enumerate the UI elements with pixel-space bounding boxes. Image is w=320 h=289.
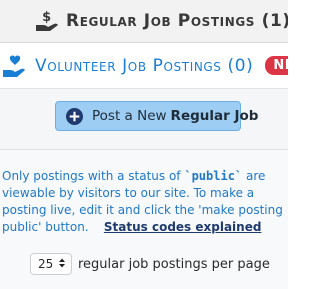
info-text-before: Only postings with a status of: [2, 169, 185, 183]
post-button-prefix: Post a New: [92, 108, 167, 124]
svg-text:$: $: [42, 10, 52, 25]
per-page-label: regular job postings per page: [78, 256, 270, 272]
hand-heart-icon: [1, 54, 29, 78]
status-code: `public`: [184, 169, 243, 183]
hand-dollar-icon: $: [34, 10, 60, 32]
new-badge: NEW: [265, 56, 288, 75]
tab-volunteer-label: Volunteer Job Postings (0): [35, 55, 254, 76]
per-page-control: 25 regular job postings per page: [30, 252, 270, 276]
select-arrows-icon: [58, 257, 66, 272]
status-codes-explained-link[interactable]: Status codes explained: [104, 220, 262, 234]
tab-regular-label: Regular Job Postings (1): [66, 11, 288, 31]
post-button-bold: Regular Job: [170, 108, 259, 124]
action-row: Post a New Regular Job: [0, 89, 288, 150]
post-new-regular-job-button[interactable]: Post a New Regular Job: [55, 101, 258, 131]
per-page-value: 25: [38, 257, 54, 271]
status-info-text: Only postings with a status of `public` …: [0, 168, 288, 236]
tab-regular-job-postings[interactable]: $ Regular Job Postings (1): [0, 0, 288, 43]
per-page-select[interactable]: 25: [30, 253, 72, 275]
plus-circle-icon: [66, 107, 83, 125]
tab-volunteer-job-postings[interactable]: Volunteer Job Postings (0) NEW: [0, 43, 288, 88]
